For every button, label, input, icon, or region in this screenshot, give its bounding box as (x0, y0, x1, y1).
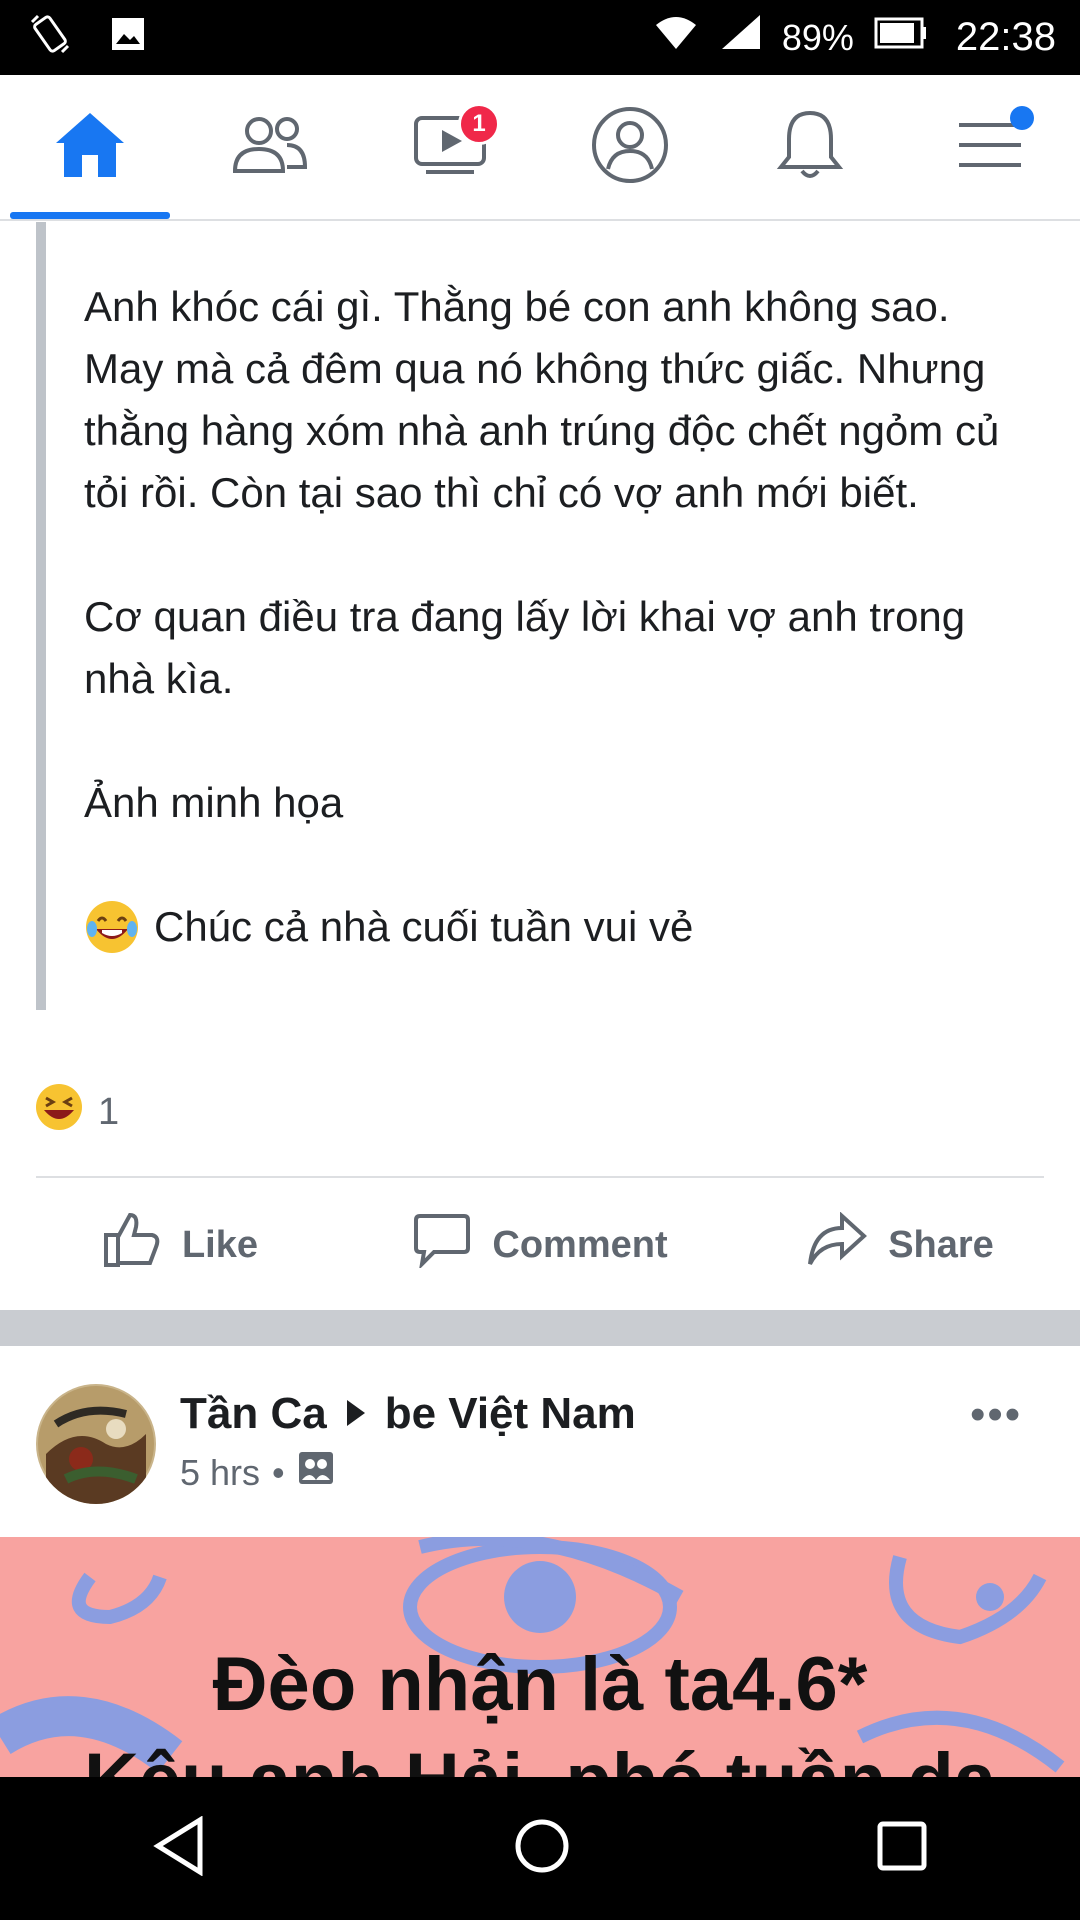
more-options-button[interactable]: ••• (970, 1390, 1022, 1440)
wifi-icon (652, 13, 700, 63)
menu-notification-dot (1010, 106, 1034, 130)
reaction-summary[interactable]: 1 (34, 1082, 119, 1142)
post-paragraph: Ảnh minh họa (84, 779, 344, 826)
battery-icon (872, 16, 928, 60)
bell-icon (775, 107, 845, 188)
arrow-right-icon (345, 1389, 367, 1439)
comment-button[interactable]: Comment (360, 1180, 720, 1310)
image-icon (108, 14, 148, 59)
post-actions: Like Comment Share (0, 1180, 1080, 1310)
tab-notifications[interactable] (720, 75, 900, 219)
divider (36, 1176, 1044, 1178)
post-title: Tần Ca be Việt Nam (180, 1384, 636, 1444)
like-label: Like (181, 1223, 259, 1266)
feed-separator (0, 1310, 1080, 1346)
post-paragraph: Anh khóc cái gì. Thằng bé con anh không … (84, 283, 1000, 516)
tab-watch[interactable] (360, 75, 540, 219)
profile-icon (590, 105, 670, 190)
quote-bar (36, 222, 46, 1010)
screen-rotate-icon (28, 12, 72, 61)
post-meta: 5 hrs • (180, 1450, 636, 1495)
group-name[interactable]: be Việt Nam (385, 1389, 636, 1439)
status-bar: 89% 22:38 (0, 0, 1080, 75)
share-icon (806, 1211, 868, 1278)
clock: 22:38 (955, 15, 1056, 59)
friends-icon (231, 113, 309, 182)
banner-line: Kêu anh Hải, phó tuần da (0, 1733, 1080, 1777)
haha-reaction-icon (34, 1082, 84, 1142)
banner-line: Đèo nhận là ta4.6* (212, 1642, 868, 1727)
post-paragraph: Cơ quan điều tra đang lấy lời khai vợ an… (84, 593, 966, 702)
tab-profile[interactable] (540, 75, 720, 219)
dot-separator: • (272, 1451, 285, 1493)
author-name[interactable]: Tần Ca (180, 1389, 327, 1439)
tab-menu[interactable] (900, 75, 1080, 219)
recents-button[interactable] (876, 1820, 928, 1877)
post-paragraph-text: Chúc cả nhà cuối tuần vui vẻ (154, 903, 694, 950)
post-header: Tần Ca be Việt Nam 5 hrs • (180, 1384, 636, 1495)
battery-percent: 89% (781, 16, 854, 58)
comment-label: Comment (492, 1223, 668, 1266)
comment-icon (412, 1212, 472, 1278)
top-nav-bar (0, 75, 1080, 221)
avatar[interactable] (36, 1384, 156, 1504)
signal-icon (718, 13, 764, 63)
home-icon (52, 109, 128, 186)
share-label: Share (888, 1223, 994, 1266)
watch-badge: 1 (458, 103, 500, 145)
banner-text: Đèo nhận là ta4.6* Kêu anh Hải, phó tuần… (0, 1637, 1080, 1777)
reaction-count: 1 (98, 1090, 120, 1133)
thumbs-up-icon (102, 1211, 162, 1279)
system-navigation-bar (0, 1777, 1080, 1920)
post-paragraph-last: Chúc cả nhà cuối tuần vui vẻ (84, 896, 1024, 958)
active-tab-indicator (10, 212, 170, 219)
home-button[interactable] (513, 1817, 571, 1880)
tears-of-joy-emoji-icon (84, 899, 140, 955)
like-button[interactable]: Like (0, 1180, 360, 1310)
post-time[interactable]: 5 hrs (180, 1452, 260, 1494)
tab-home[interactable] (0, 75, 180, 219)
post-background-banner[interactable]: Đèo nhận là ta4.6* Kêu anh Hải, phó tuần… (0, 1537, 1080, 1777)
share-button[interactable]: Share (720, 1180, 1080, 1310)
post-text: Anh khóc cái gì. Thằng bé con anh không … (84, 276, 1024, 958)
group-audience-icon (297, 1450, 335, 1495)
back-button[interactable] (152, 1815, 208, 1881)
tab-friends[interactable] (180, 75, 360, 219)
